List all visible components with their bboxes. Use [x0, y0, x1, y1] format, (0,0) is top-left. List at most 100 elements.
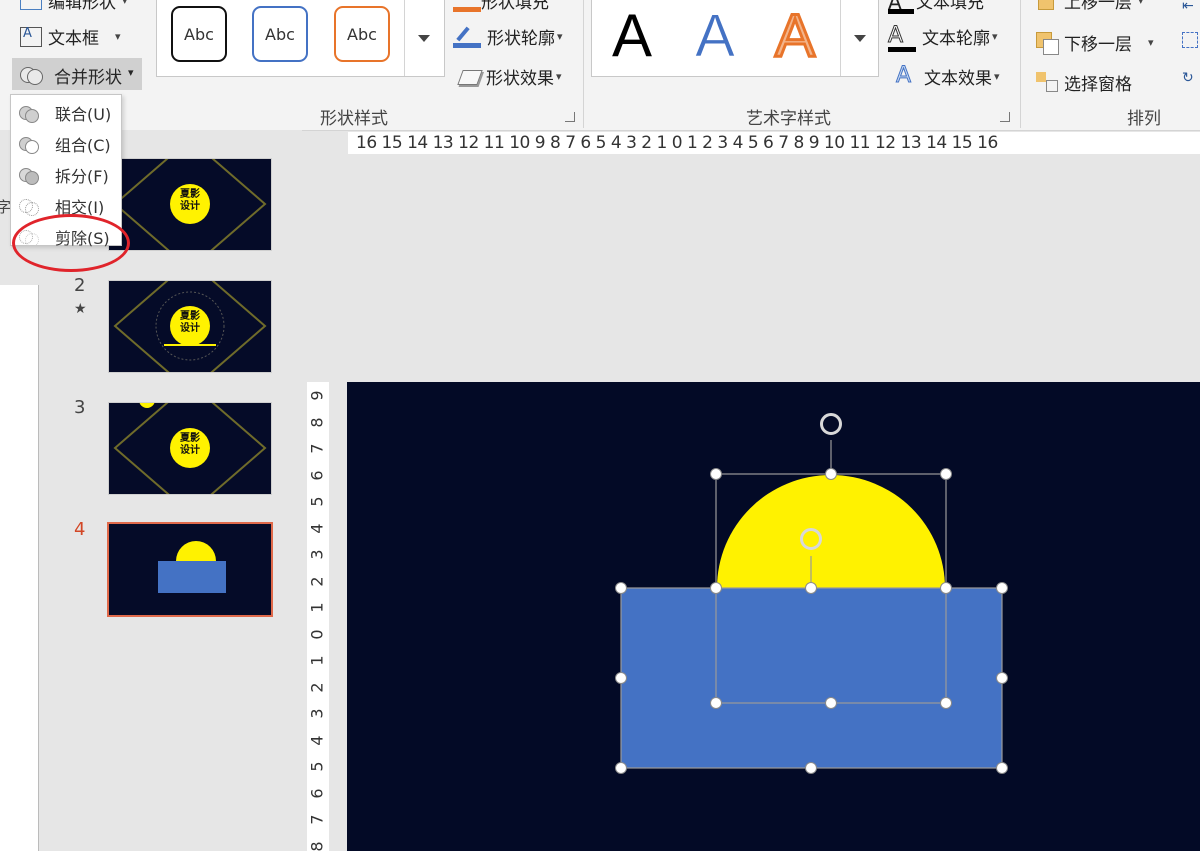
menu-item-union[interactable]: 联合(U) — [11, 97, 121, 128]
shape-effects-button[interactable]: 形状效果 ▾ — [457, 64, 562, 89]
wordart-launcher-icon[interactable] — [1000, 112, 1010, 122]
text-effects-icon: A — [896, 62, 912, 88]
chevron-down-icon — [418, 34, 430, 42]
rotate-icon: ↻ — [1182, 70, 1194, 86]
resize-handle[interactable] — [996, 762, 1008, 774]
ruler-tick-label: 3 — [307, 549, 327, 560]
shape-styles-more-button[interactable] — [404, 0, 443, 76]
chevron-down-icon: ▾ — [128, 66, 134, 79]
resize-handle[interactable] — [615, 582, 627, 594]
shape-styles-gallery[interactable]: Abc Abc Abc — [156, 0, 445, 77]
chevron-down-icon — [854, 34, 866, 42]
resize-handle[interactable] — [940, 697, 952, 709]
bring-forward-icon — [1036, 0, 1058, 12]
send-backward-button[interactable]: 下移一层 ▾ — [1036, 30, 1154, 55]
selection-pane-button[interactable]: 选择窗格 — [1036, 70, 1132, 95]
intersect-icon — [19, 197, 41, 216]
shape-outline-button[interactable]: 形状轮廓 ▾ — [453, 24, 563, 49]
vertical-ruler[interactable]: 9 8 7 6 5 4 3 2 1 0 1 2 3 4 5 6 7 8 — [307, 382, 329, 851]
logo-text: 夏影 设计 — [180, 311, 200, 334]
resize-handle[interactable] — [996, 582, 1008, 594]
combine-icon — [19, 135, 41, 154]
align-icon: ⇤ — [1182, 0, 1194, 14]
align-icons-column[interactable]: ⇤ ↻ — [1182, 0, 1198, 96]
slide-thumbnail-1[interactable]: 夏影 设计 — [108, 158, 272, 251]
chevron-down-icon: ▾ — [556, 70, 562, 83]
shape-style-black[interactable]: Abc — [171, 6, 227, 62]
shape-style-blue[interactable]: Abc — [252, 6, 308, 62]
outline-pane — [0, 285, 39, 851]
menu-item-combine[interactable]: 组合(C) — [11, 128, 121, 159]
resize-handle[interactable] — [940, 468, 952, 480]
resize-handle[interactable] — [940, 582, 952, 594]
edit-shape-button[interactable]: 编辑形状 ▾ — [20, 0, 128, 13]
logo-text: 夏影 设计 — [180, 433, 200, 456]
wordart-more-button[interactable] — [840, 0, 879, 76]
text-fill-icon: A — [888, 0, 914, 14]
rotate-handle-icon[interactable] — [820, 413, 842, 435]
annotation-circle — [12, 214, 130, 272]
shape-style-orange[interactable]: Abc — [334, 6, 390, 62]
chevron-down-icon: ▾ — [1138, 0, 1144, 7]
ruler-tick-label: 5 — [307, 496, 327, 507]
pencil-icon — [453, 26, 481, 48]
ruler-tick-label: 7 — [307, 443, 327, 454]
group-label-shape-styles: 形状样式 — [320, 109, 388, 129]
resize-handle[interactable] — [825, 697, 837, 709]
ruler-tick-label: 4 — [307, 734, 327, 746]
slide-thumbnail-3[interactable]: 夏影 设计 — [108, 402, 272, 495]
paint-bucket-icon — [453, 0, 481, 12]
resize-handle[interactable] — [996, 672, 1008, 684]
text-fill-button[interactable]: A 文本填充 — [888, 0, 984, 14]
shape-fill-button[interactable]: 形状填充 — [453, 0, 549, 13]
logo-text: 夏影 设计 — [180, 189, 200, 212]
horizontal-ruler[interactable]: 16 15 14 13 12 11 10 9 8 7 6 5 4 3 2 1 0… — [348, 132, 1200, 154]
chevron-down-icon: ▾ — [992, 30, 998, 43]
chevron-down-icon: ▾ — [994, 70, 1000, 83]
resize-handle[interactable] — [710, 468, 722, 480]
wordart-styles-gallery[interactable]: A A A — [591, 0, 879, 77]
resize-handle[interactable] — [710, 582, 722, 594]
text-box-button[interactable]: A 文本框 ▾ — [20, 24, 121, 49]
resize-handle[interactable] — [805, 582, 817, 594]
ruler-tick-label: 6 — [307, 787, 327, 799]
text-outline-icon: A — [888, 24, 916, 52]
ruler-tick-label: 2 — [307, 575, 327, 587]
wordart-style-blue[interactable]: A — [694, 5, 735, 66]
slide-thumbnail-2[interactable]: 夏影 设计 — [108, 280, 272, 373]
ruler-tick-label: 4 — [307, 522, 327, 534]
slide-canvas[interactable] — [347, 382, 1200, 851]
wordart-style-black[interactable]: A — [612, 6, 652, 66]
menu-item-fragment[interactable]: 拆分(F) — [11, 159, 121, 190]
yellow-semicircle-shape — [717, 475, 945, 588]
slide-number: 2 — [74, 275, 86, 296]
group-icon — [1182, 32, 1198, 48]
slide-thumbnail-4-active[interactable] — [107, 522, 273, 617]
text-effects-button[interactable]: A 文本效果 ▾ — [896, 62, 1000, 90]
resize-handle[interactable] — [615, 672, 627, 684]
text-outline-button[interactable]: A 文本轮廓 ▾ — [888, 24, 998, 52]
chevron-down-icon: ▾ — [557, 30, 563, 43]
resize-handle[interactable] — [825, 468, 837, 480]
wordart-style-orange-outline[interactable]: A — [773, 4, 816, 67]
edit-shape-icon — [20, 0, 42, 10]
chevron-down-icon: ▾ — [115, 30, 121, 43]
shape-styles-launcher-icon[interactable] — [565, 112, 575, 122]
ruler-tick-label: 1 — [307, 602, 327, 613]
thumbnail-art — [158, 541, 226, 593]
chevron-down-icon: ▾ — [1148, 36, 1154, 49]
ruler-tick-label: 9 — [307, 390, 327, 401]
bring-forward-button[interactable]: 上移一层 ▾ — [1036, 0, 1144, 13]
text-box-icon: A — [20, 26, 42, 47]
rotate-handle-icon[interactable] — [800, 528, 822, 550]
group-label-arrange: 排列 — [1127, 109, 1161, 129]
ruler-tick-label: 6 — [307, 469, 327, 481]
resize-handle[interactable] — [615, 762, 627, 774]
slide-number-active: 4 — [74, 519, 86, 540]
chevron-down-icon: ▾ — [122, 0, 128, 7]
ruler-tick-label: 3 — [307, 708, 327, 719]
resize-handle[interactable] — [710, 697, 722, 709]
shape-effects-icon — [457, 66, 483, 88]
resize-handle[interactable] — [805, 762, 817, 774]
merge-shapes-button[interactable]: 合并形状 ▾ — [12, 58, 142, 90]
